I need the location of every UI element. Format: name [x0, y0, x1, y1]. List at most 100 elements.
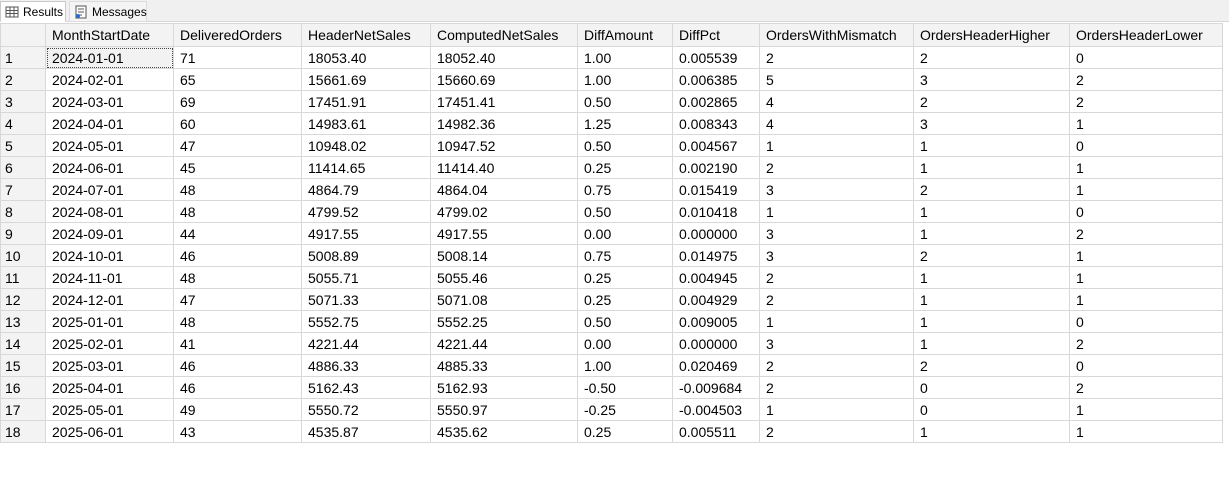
- table-cell[interactable]: 48: [173, 200, 302, 223]
- row-number[interactable]: 4: [0, 112, 46, 135]
- table-cell[interactable]: 5055.46: [430, 266, 578, 289]
- table-row[interactable]: 15 2025-03-01 46 4886.33 4885.33 1.00 0.020469…: [0, 354, 1223, 377]
- table-cell[interactable]: 49: [173, 398, 302, 421]
- table-cell[interactable]: 2024-04-01: [45, 112, 174, 135]
- table-cell[interactable]: 0.50: [577, 200, 673, 223]
- table-row[interactable]: 9 2024-09-01 44 4917.55 4917.55 0.00 0.000000 3…: [0, 222, 1223, 245]
- table-cell[interactable]: 0: [1069, 310, 1223, 333]
- table-cell[interactable]: 5552.25: [430, 310, 578, 333]
- table-cell[interactable]: 46: [173, 376, 302, 399]
- row-number[interactable]: 5: [0, 134, 46, 157]
- table-cell[interactable]: 5550.97: [430, 398, 578, 421]
- table-cell[interactable]: 3: [759, 244, 914, 267]
- table-cell[interactable]: 0.014975: [672, 244, 760, 267]
- table-cell[interactable]: 5162.43: [301, 376, 431, 399]
- row-number[interactable]: 18: [0, 420, 46, 443]
- table-cell[interactable]: 2: [759, 420, 914, 443]
- table-cell[interactable]: 2024-08-01: [45, 200, 174, 223]
- table-cell[interactable]: 2025-06-01: [45, 420, 174, 443]
- table-cell[interactable]: 5162.93: [430, 376, 578, 399]
- table-cell[interactable]: 2025-05-01: [45, 398, 174, 421]
- table-cell[interactable]: 2024-11-01: [45, 266, 174, 289]
- column-header[interactable]: OrdersHeaderLower: [1069, 23, 1223, 47]
- table-cell[interactable]: 2: [1069, 376, 1223, 399]
- row-number[interactable]: 9: [0, 222, 46, 245]
- table-cell[interactable]: 2024-10-01: [45, 244, 174, 267]
- table-row[interactable]: 8 2024-08-01 48 4799.52 4799.02 0.50 0.010418 1…: [0, 200, 1223, 223]
- table-cell[interactable]: 0.50: [577, 90, 673, 113]
- table-row[interactable]: 12 2024-12-01 47 5071.33 5071.08 0.25 0.004929…: [0, 288, 1223, 311]
- table-cell[interactable]: 44: [173, 222, 302, 245]
- table-row[interactable]: 5 2024-05-01 47 10948.02 10947.52 0.50 0.00456…: [0, 134, 1223, 157]
- table-cell[interactable]: 11414.40: [430, 156, 578, 179]
- table-cell[interactable]: 1: [913, 200, 1070, 223]
- table-cell[interactable]: 2025-01-01: [45, 310, 174, 333]
- table-cell[interactable]: 0.002865: [672, 90, 760, 113]
- table-cell[interactable]: 69: [173, 90, 302, 113]
- table-cell[interactable]: 1: [913, 332, 1070, 355]
- table-cell[interactable]: 1: [1069, 398, 1223, 421]
- table-cell[interactable]: 11414.65: [301, 156, 431, 179]
- table-cell[interactable]: 0.000000: [672, 332, 760, 355]
- row-number[interactable]: 6: [0, 156, 46, 179]
- table-cell[interactable]: 0.000000: [672, 222, 760, 245]
- table-cell[interactable]: 2: [759, 46, 914, 69]
- table-cell[interactable]: 2024-03-01: [45, 90, 174, 113]
- table-cell[interactable]: 3: [913, 68, 1070, 91]
- table-cell[interactable]: 41: [173, 332, 302, 355]
- table-cell[interactable]: 5: [759, 68, 914, 91]
- column-header[interactable]: DeliveredOrders: [173, 23, 302, 47]
- table-row[interactable]: 16 2025-04-01 46 5162.43 5162.93 -0.50 -0.0096…: [0, 376, 1223, 399]
- row-number[interactable]: 17: [0, 398, 46, 421]
- table-cell[interactable]: 1: [1069, 156, 1223, 179]
- column-header[interactable]: MonthStartDate: [45, 23, 174, 47]
- table-cell[interactable]: -0.009684: [672, 376, 760, 399]
- column-header[interactable]: HeaderNetSales: [301, 23, 431, 47]
- table-cell[interactable]: 65: [173, 68, 302, 91]
- table-cell[interactable]: 0.50: [577, 134, 673, 157]
- table-cell[interactable]: 4885.33: [430, 354, 578, 377]
- row-number[interactable]: 15: [0, 354, 46, 377]
- table-cell[interactable]: 4535.62: [430, 420, 578, 443]
- table-cell[interactable]: 2: [759, 288, 914, 311]
- table-cell[interactable]: 0: [913, 398, 1070, 421]
- table-cell[interactable]: 4799.02: [430, 200, 578, 223]
- row-number[interactable]: 1: [0, 46, 46, 69]
- table-cell[interactable]: 2024-01-01: [45, 46, 174, 69]
- table-row[interactable]: 11 2024-11-01 48 5055.71 5055.46 0.25 0.004945…: [0, 266, 1223, 289]
- table-cell[interactable]: 5008.89: [301, 244, 431, 267]
- table-cell[interactable]: 15660.69: [430, 68, 578, 91]
- table-cell[interactable]: 2: [913, 90, 1070, 113]
- table-cell[interactable]: 0.25: [577, 420, 673, 443]
- column-header[interactable]: OrdersHeaderHigher: [913, 23, 1070, 47]
- table-cell[interactable]: 1.00: [577, 68, 673, 91]
- table-cell[interactable]: 5055.71: [301, 266, 431, 289]
- table-cell[interactable]: 1: [913, 222, 1070, 245]
- table-cell[interactable]: 0.004567: [672, 134, 760, 157]
- table-cell[interactable]: 17451.41: [430, 90, 578, 113]
- row-number[interactable]: 2: [0, 68, 46, 91]
- row-number[interactable]: 14: [0, 332, 46, 355]
- table-cell[interactable]: 4864.79: [301, 178, 431, 201]
- table-cell[interactable]: 18053.40: [301, 46, 431, 69]
- table-cell[interactable]: 2024-06-01: [45, 156, 174, 179]
- table-cell[interactable]: 2024-05-01: [45, 134, 174, 157]
- table-cell[interactable]: 0.25: [577, 266, 673, 289]
- table-cell[interactable]: 2: [913, 354, 1070, 377]
- table-cell[interactable]: 1.25: [577, 112, 673, 135]
- row-number[interactable]: 8: [0, 200, 46, 223]
- table-cell[interactable]: 3: [759, 332, 914, 355]
- row-number[interactable]: 3: [0, 90, 46, 113]
- table-cell[interactable]: 2: [759, 354, 914, 377]
- table-cell[interactable]: 48: [173, 178, 302, 201]
- table-cell[interactable]: 71: [173, 46, 302, 69]
- table-cell[interactable]: 1: [759, 134, 914, 157]
- row-number[interactable]: 13: [0, 310, 46, 333]
- table-cell[interactable]: 0.75: [577, 244, 673, 267]
- table-row[interactable]: 4 2024-04-01 60 14983.61 14982.36 1.25 0.00834…: [0, 112, 1223, 135]
- table-cell[interactable]: 1: [913, 134, 1070, 157]
- table-cell[interactable]: 1: [1069, 266, 1223, 289]
- table-cell[interactable]: 2: [1069, 332, 1223, 355]
- table-cell[interactable]: 47: [173, 288, 302, 311]
- table-cell[interactable]: 4221.44: [430, 332, 578, 355]
